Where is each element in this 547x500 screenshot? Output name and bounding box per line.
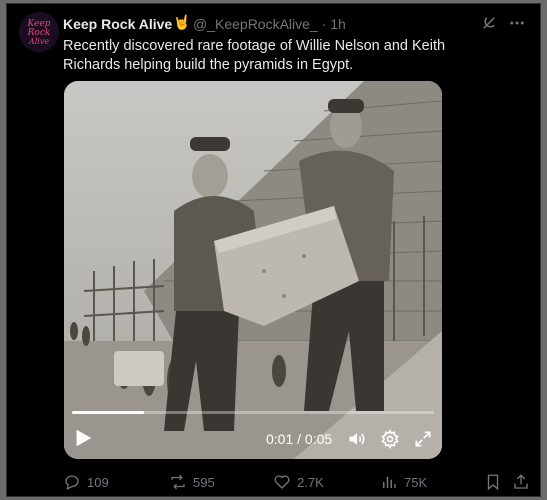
video-time: 0:01 / 0:05: [266, 431, 333, 447]
action-bar: 109 595 2.7K 75K: [63, 471, 528, 493]
like-button[interactable]: 2.7K: [273, 471, 324, 493]
fullscreen-icon[interactable]: [413, 429, 433, 449]
views-button[interactable]: 75K: [380, 471, 427, 493]
views-icon: [383, 476, 396, 488]
reply-icon: [65, 475, 79, 490]
repost-button[interactable]: 595: [169, 471, 215, 493]
post-header: Keep Rock Alive 🤘 @_KeepRockAlive_ · 1h: [63, 14, 528, 34]
handle-and-time: @_KeepRockAlive_ · 1h: [193, 16, 346, 32]
post-text: Recently discovered rare footage of Will…: [63, 38, 446, 73]
avatar[interactable]: Keep Rock Alive: [19, 12, 59, 52]
tweet-card[interactable]: Keep Rock Alive Keep Rock Alive 🤘 @_Keep…: [6, 3, 541, 497]
handle[interactable]: @_KeepRockAlive_: [193, 16, 318, 32]
more-icon[interactable]: [508, 14, 526, 32]
avatar-logo-line-3: Alive: [28, 37, 49, 46]
share-icon: [514, 474, 528, 489]
repost-icon: [171, 474, 185, 490]
share-button[interactable]: [512, 471, 530, 493]
timestamp[interactable]: 1h: [330, 16, 346, 32]
bookmark-icon: [487, 474, 499, 491]
reply-button[interactable]: 109: [63, 471, 109, 493]
video-frame: [64, 81, 442, 459]
play-icon[interactable]: [72, 427, 94, 449]
display-name[interactable]: Keep Rock Alive: [63, 16, 172, 32]
repost-count: 595: [193, 474, 215, 490]
video-player[interactable]: 0:01 / 0:05: [64, 81, 442, 459]
bookmark-button[interactable]: [484, 471, 502, 493]
reply-count: 109: [87, 474, 109, 490]
video-progress-fill: [72, 411, 145, 414]
views-count: 75K: [404, 474, 428, 490]
rock-horns-badge: 🤘: [173, 14, 191, 30]
settings-icon[interactable]: [380, 429, 400, 449]
like-icon: [274, 475, 290, 489]
volume-icon[interactable]: [347, 429, 367, 449]
separator: ·: [321, 16, 327, 32]
grok-icon[interactable]: [480, 14, 498, 32]
video-progress-bar[interactable]: [72, 411, 434, 414]
like-count: 2.7K: [297, 474, 324, 490]
